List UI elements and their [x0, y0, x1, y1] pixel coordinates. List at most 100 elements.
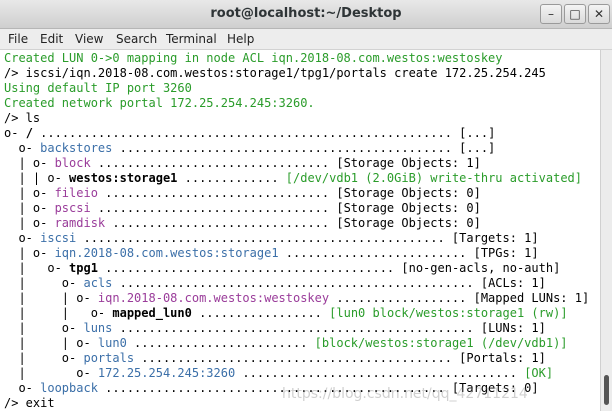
terminal-line: | o- iqn.2018-08.com.westos:storage1 ...… — [4, 246, 539, 261]
terminal-text: | | o- — [4, 171, 70, 185]
terminal-line: | | o- iqn.2018-08.com.westos:westoskey … — [4, 291, 589, 306]
terminal-text: | o- — [4, 261, 70, 275]
terminal-text: acls — [83, 276, 113, 290]
terminal-line: | o- acls ..............................… — [4, 276, 546, 291]
terminal-text: iscsi — [40, 231, 77, 245]
terminal-text: tpg1 — [69, 261, 98, 275]
terminal-text: | | o- — [4, 336, 98, 350]
terminal-line: Using default IP port 3260 — [4, 81, 192, 96]
terminal-text: pscsi — [54, 201, 91, 215]
terminal-text: | o- — [4, 216, 55, 230]
terminal-text: /> ls — [4, 111, 41, 125]
scrollbar[interactable] — [600, 50, 612, 411]
terminal-text: ........................................… — [112, 321, 546, 335]
terminal-text: loopback — [40, 381, 98, 395]
terminal-text: ........................................… — [112, 141, 496, 155]
terminal-text: o- — [4, 141, 41, 155]
terminal-line: Created LUN 0->0 mapping in node ACL iqn… — [4, 51, 503, 66]
terminal-line: | | o- mapped_lun0 ................. [lu… — [4, 306, 568, 321]
terminal-text: .............................. [Storage … — [105, 216, 481, 230]
terminal-text: Created network portal 172.25.254.245:32… — [4, 96, 315, 110]
menu-edit[interactable]: Edit — [40, 32, 63, 46]
terminal-text: luns — [83, 321, 113, 335]
terminal-text: lun0 — [97, 336, 127, 350]
terminal-line: Created network portal 172.25.254.245:32… — [4, 96, 315, 111]
terminal-line: | o- fileio ............................… — [4, 186, 481, 201]
terminal-text: ............................... [Storage… — [97, 186, 481, 200]
terminal-text: | o- — [4, 201, 55, 215]
terminal-line: | o- 172.25.254.245:3260 ...............… — [4, 366, 553, 381]
terminal-text: [OK] — [524, 366, 554, 380]
terminal-line: | | o- lun0 ........................ [bl… — [4, 336, 568, 351]
terminal-text: o- — [4, 126, 26, 140]
terminal-text: Created LUN 0->0 mapping in node ACL iqn… — [4, 51, 503, 65]
terminal-text: block — [54, 156, 91, 170]
terminal-text: ramdisk — [54, 216, 106, 230]
terminal-text: ................................ [Storag… — [90, 201, 481, 215]
menu-search[interactable]: Search — [116, 32, 157, 46]
terminal-line: o- backstores ..........................… — [4, 141, 495, 156]
terminal-text: ........................................… — [97, 261, 561, 275]
terminal-text: iqn.2018-08.com.westos:westoskey — [97, 291, 330, 305]
terminal-text: | o- — [4, 246, 55, 260]
terminal-text: | | o- — [4, 291, 98, 305]
terminal-text: ................................ [Storag… — [90, 156, 481, 170]
menu-view[interactable]: View — [75, 32, 103, 46]
menu-file[interactable]: File — [8, 32, 28, 46]
terminal-text: 172.25.254.245:3260 — [97, 366, 236, 380]
terminal-text: o- — [4, 381, 41, 395]
terminal-text: ........................................… — [134, 351, 546, 365]
terminal-text: | o- — [4, 351, 84, 365]
terminal-text: | o- — [4, 366, 98, 380]
terminal-text: Using default IP port 3260 — [4, 81, 192, 95]
terminal-text: ........................................… — [76, 231, 539, 245]
terminal-line: /> exit — [4, 396, 55, 411]
terminal-text: [/dev/vdb1 (2.0GiB) write-thru activated… — [285, 171, 582, 185]
scrollbar-thumb[interactable] — [604, 375, 609, 405]
terminal-text: / — [25, 126, 33, 140]
terminal-text: | o- — [4, 321, 84, 335]
terminal-line: o- iscsi ...............................… — [4, 231, 539, 246]
terminal-text: [block/westos:storage1 (/dev/vdb1)] — [314, 336, 568, 350]
terminal-text: ................. — [191, 306, 330, 320]
terminal-text: /> iscsi/iqn.2018-08.com.westos:storage1… — [4, 66, 546, 80]
terminal-text: ........................................… — [32, 126, 496, 140]
terminal-line: | o- luns ..............................… — [4, 321, 546, 336]
close-button[interactable]: ✕ — [588, 4, 610, 24]
window-title: root@localhost:~/Desktop — [210, 6, 402, 21]
terminal-text: mapped_lun0 — [112, 306, 192, 320]
title-bar[interactable]: root@localhost:~/Desktop – □ ✕ — [0, 0, 612, 29]
menu-terminal[interactable]: Terminal — [166, 32, 217, 46]
terminal-text: ...................................... — [235, 366, 525, 380]
terminal-line: | o- portals ...........................… — [4, 351, 546, 366]
maximize-button[interactable]: □ — [564, 4, 586, 24]
terminal-line: /> iscsi/iqn.2018-08.com.westos:storage1… — [4, 66, 546, 81]
menu-help[interactable]: Help — [227, 32, 254, 46]
terminal-text: | o- — [4, 276, 84, 290]
terminal-window: root@localhost:~/Desktop – □ ✕ File Edit… — [0, 0, 612, 411]
menu-bar: File Edit View Search Terminal Help — [0, 29, 612, 50]
terminal-line: | o- block .............................… — [4, 156, 481, 171]
terminal-line: /> ls — [4, 111, 40, 126]
terminal-text: backstores — [40, 141, 113, 155]
terminal-line: | o- pscsi .............................… — [4, 201, 481, 216]
terminal-text: | o- — [4, 156, 55, 170]
terminal-line: | o- tpg1 ..............................… — [4, 261, 560, 276]
terminal-text: westos:storage1 — [69, 171, 178, 185]
terminal-text: [lun0 block/westos:storage1 (rw)] — [329, 306, 568, 320]
terminal-text: | | o- — [4, 306, 113, 320]
terminal-text: o- — [4, 231, 41, 245]
watermark: https://blog.csdn.net/qq_42711214 — [282, 386, 528, 402]
terminal-text: ............. — [177, 171, 286, 185]
terminal-line: | o- ramdisk ...........................… — [4, 216, 481, 231]
terminal-text: ........................................… — [112, 276, 546, 290]
terminal-text: ......................... [TPGs: 1] — [278, 246, 539, 260]
terminal-text: /> exit — [4, 396, 55, 410]
terminal-text: fileio — [54, 186, 98, 200]
terminal-text: iqn.2018-08.com.westos:storage1 — [54, 246, 279, 260]
terminal-output[interactable]: Created LUN 0->0 mapping in node ACL iqn… — [0, 50, 600, 411]
terminal-text: | o- — [4, 186, 55, 200]
terminal-text: portals — [83, 351, 135, 365]
terminal-line: o- / ...................................… — [4, 126, 495, 141]
minimize-button[interactable]: – — [540, 4, 562, 24]
